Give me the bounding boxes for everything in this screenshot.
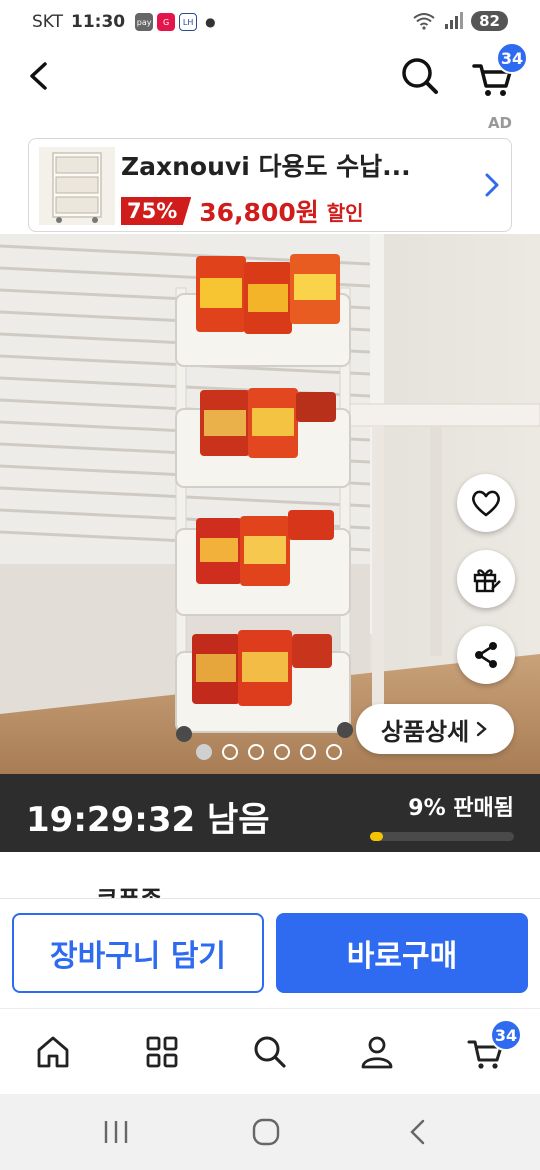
sold-progress-fill	[370, 832, 383, 841]
gmarket-icon: G	[157, 13, 176, 31]
top-header: 34	[0, 42, 540, 114]
bottom-navigation: 34	[0, 1008, 540, 1094]
back-button[interactable]	[20, 56, 60, 96]
carousel-dot[interactable]	[300, 744, 316, 760]
ad-sale-label: 할인	[326, 200, 364, 225]
carousel-dot[interactable]	[274, 744, 290, 760]
gift-button[interactable]	[457, 550, 515, 608]
more-notifications-icon: ●	[205, 15, 216, 29]
carousel-dot[interactable]	[248, 744, 264, 760]
system-back-button[interactable]	[398, 1112, 438, 1152]
notification-icons: pay G LH	[135, 13, 198, 31]
carousel-indicator	[196, 744, 342, 760]
chevron-right-icon	[485, 173, 499, 197]
time-remaining: 19:29:32 남음	[26, 800, 270, 840]
cart-count-badge: 34	[496, 42, 528, 74]
ad-price: 36,800원	[199, 198, 319, 227]
system-home-button[interactable]	[246, 1112, 286, 1152]
product-image-carousel[interactable]: 상품상세	[0, 234, 540, 774]
status-bar: SKT 11:30 pay G LH ● 82	[0, 0, 540, 44]
purchase-action-bar: 장바구니 담기 바로구매	[0, 898, 540, 1008]
search-button[interactable]	[398, 54, 442, 98]
share-button[interactable]	[457, 626, 515, 684]
deal-timer-bar: 19:29:32 남음 9% 판매됨	[0, 774, 540, 852]
lh-icon: LH	[179, 13, 198, 31]
my-page-icon	[361, 1036, 393, 1069]
ad-product-thumbnail	[39, 147, 115, 225]
cart-button[interactable]: 34	[470, 42, 528, 98]
product-detail-button[interactable]: 상품상세	[356, 704, 514, 754]
chevron-right-icon	[476, 721, 488, 737]
carrier-label: SKT	[32, 12, 64, 32]
sold-percent-text: 9% 판매됨	[408, 796, 514, 821]
share-icon	[475, 642, 497, 668]
gift-icon	[473, 569, 501, 593]
wishlist-button[interactable]	[457, 474, 515, 532]
nav-cart-count-badge: 34	[490, 1019, 522, 1051]
ad-price-row: 75% 36,800원 할인	[121, 193, 364, 229]
carousel-dot[interactable]	[196, 744, 212, 760]
home-icon	[37, 1036, 69, 1068]
ad-banner[interactable]: Zaxnouvi 다용도 수납... 75% 36,800원 할인	[28, 138, 512, 232]
nav-search[interactable]	[245, 1027, 295, 1077]
carousel-dot[interactable]	[326, 744, 342, 760]
ad-discount-badge: 75%	[121, 197, 192, 225]
ad-title: Zaxnouvi 다용도 수납...	[121, 152, 411, 181]
buy-now-button[interactable]: 바로구매	[276, 913, 528, 993]
search-icon	[254, 1036, 286, 1068]
add-to-cart-button[interactable]: 장바구니 담기	[12, 913, 264, 993]
system-home-icon	[252, 1118, 280, 1146]
search-icon	[402, 58, 438, 94]
back-arrow-icon	[30, 62, 47, 90]
heart-icon	[472, 490, 500, 517]
nav-cart[interactable]: 34	[462, 1019, 522, 1077]
recent-apps-button[interactable]	[96, 1112, 136, 1152]
category-icon	[146, 1036, 178, 1068]
carousel-dot[interactable]	[222, 744, 238, 760]
battery-indicator: 82	[471, 11, 508, 31]
system-navigation-bar	[0, 1094, 540, 1170]
system-back-icon	[410, 1119, 425, 1145]
signal-icon	[445, 12, 464, 29]
product-detail-label: 상품상세	[380, 717, 470, 746]
clock: 11:30	[71, 12, 126, 32]
nav-my-page[interactable]	[352, 1027, 402, 1077]
sold-progress-track	[370, 832, 514, 841]
pay-icon: pay	[135, 13, 154, 31]
nav-category[interactable]	[137, 1027, 187, 1077]
ad-label: AD	[487, 114, 512, 132]
wifi-icon	[413, 13, 435, 30]
recent-apps-icon	[104, 1121, 128, 1143]
nav-home[interactable]	[28, 1027, 78, 1077]
